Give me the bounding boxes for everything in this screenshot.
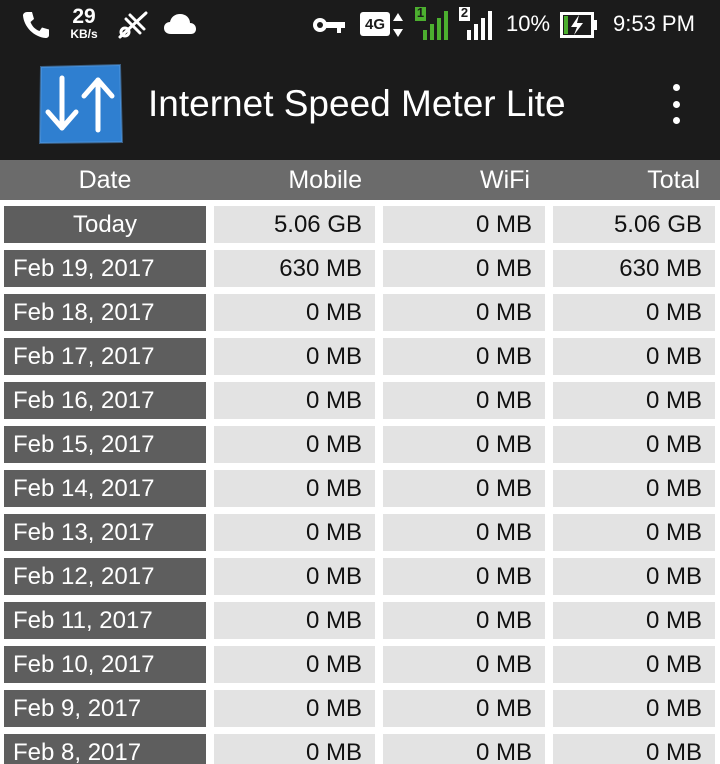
wifi-cell: 0 MB	[383, 690, 545, 727]
total-cell: 0 MB	[553, 470, 715, 507]
cloud-icon	[164, 14, 196, 34]
date-cell: Feb 18, 2017	[4, 294, 206, 331]
date-cell: Feb 10, 2017	[4, 646, 206, 683]
date-cell: Today	[4, 206, 206, 243]
network-type-badge: 4G	[360, 12, 390, 36]
table-row: Feb 16, 2017 0 MB 0 MB 0 MB	[0, 376, 720, 420]
usage-table[interactable]: Today 5.06 GB 0 MB 5.06 GB Feb 19, 2017 …	[0, 200, 720, 764]
wifi-cell: 0 MB	[383, 206, 545, 243]
table-row: Feb 10, 2017 0 MB 0 MB 0 MB	[0, 640, 720, 684]
mobile-cell: 0 MB	[214, 514, 375, 551]
table-row: Feb 11, 2017 0 MB 0 MB 0 MB	[0, 596, 720, 640]
header-date: Date	[78, 166, 132, 194]
table-row: Feb 15, 2017 0 MB 0 MB 0 MB	[0, 420, 720, 464]
more-vert-icon	[672, 100, 680, 108]
table-row: Feb 18, 2017 0 MB 0 MB 0 MB	[0, 288, 720, 332]
total-cell: 0 MB	[553, 294, 715, 331]
total-cell: 0 MB	[553, 338, 715, 375]
status-clock: 9:53 PM	[613, 11, 695, 36]
date-cell: Feb 12, 2017	[4, 558, 206, 595]
date-cell: Feb 17, 2017	[4, 338, 206, 375]
date-cell: Feb 13, 2017	[4, 514, 206, 551]
app-logo-icon	[38, 64, 123, 144]
wifi-cell: 0 MB	[383, 558, 545, 595]
table-row: Feb 12, 2017 0 MB 0 MB 0 MB	[0, 552, 720, 596]
sim1-label: 1	[416, 5, 425, 20]
wifi-cell: 0 MB	[383, 734, 545, 764]
date-cell: Feb 19, 2017	[4, 250, 206, 287]
table-row: Feb 19, 2017 630 MB 0 MB 630 MB	[0, 244, 720, 288]
date-cell: Feb 16, 2017	[4, 382, 206, 419]
mobile-cell: 0 MB	[214, 382, 375, 419]
table-header: Date Mobile WiFi Total	[0, 160, 720, 200]
data-activity-icon	[393, 13, 403, 37]
battery-percent: 10%	[506, 11, 551, 36]
wifi-cell: 0 MB	[383, 250, 545, 287]
total-cell: 630 MB	[553, 250, 715, 287]
mobile-cell: 0 MB	[214, 602, 375, 639]
total-cell: 0 MB	[553, 602, 715, 639]
net-speed-indicator: 29 KB/s	[66, 6, 102, 40]
mobile-cell: 0 MB	[214, 426, 375, 463]
sim2-signal: 2	[458, 5, 494, 42]
total-cell: 0 MB	[553, 734, 715, 764]
mobile-cell: 0 MB	[214, 558, 375, 595]
mobile-cell: 0 MB	[214, 646, 375, 683]
date-cell: Feb 14, 2017	[4, 470, 206, 507]
total-cell: 0 MB	[553, 382, 715, 419]
more-vert-icon	[672, 84, 680, 91]
net-speed-value: 29	[72, 5, 96, 28]
satellite-icon	[118, 11, 148, 39]
wifi-cell: 0 MB	[383, 338, 545, 375]
wifi-cell: 0 MB	[383, 646, 545, 683]
date-cell: Feb 8, 2017	[4, 734, 206, 764]
phone-call-icon	[23, 12, 49, 38]
sim2-label: 2	[460, 5, 469, 20]
date-cell: Feb 11, 2017	[4, 602, 206, 639]
wifi-cell: 0 MB	[383, 514, 545, 551]
table-row: Feb 8, 2017 0 MB 0 MB 0 MB	[0, 728, 720, 764]
total-cell: 0 MB	[553, 646, 715, 683]
overflow-menu-button[interactable]	[660, 84, 692, 124]
date-cell: Feb 15, 2017	[4, 426, 206, 463]
mobile-cell: 0 MB	[214, 294, 375, 331]
wifi-cell: 0 MB	[383, 602, 545, 639]
mobile-cell: 0 MB	[214, 470, 375, 507]
mobile-cell: 630 MB	[214, 250, 375, 287]
table-row: Feb 17, 2017 0 MB 0 MB 0 MB	[0, 332, 720, 376]
total-cell: 0 MB	[553, 690, 715, 727]
total-cell: 0 MB	[553, 426, 715, 463]
mobile-cell: 0 MB	[214, 338, 375, 375]
total-cell: 0 MB	[553, 558, 715, 595]
wifi-cell: 0 MB	[383, 294, 545, 331]
sim1-signal: 1	[414, 5, 450, 42]
status-bar: 29 KB/s 4G 1 2 10% 9:53 PM	[0, 0, 720, 48]
header-mobile: Mobile	[288, 166, 362, 194]
total-cell: 0 MB	[553, 514, 715, 551]
mobile-cell: 5.06 GB	[214, 206, 375, 243]
app-title: Internet Speed Meter Lite	[148, 83, 566, 124]
table-row: Feb 13, 2017 0 MB 0 MB 0 MB	[0, 508, 720, 552]
header-wifi: WiFi	[480, 166, 530, 194]
net-speed-unit: KB/s	[70, 27, 98, 41]
vpn-key-icon	[313, 18, 345, 33]
total-cell: 5.06 GB	[553, 206, 715, 243]
table-row: Today 5.06 GB 0 MB 5.06 GB	[0, 200, 720, 244]
date-cell: Feb 9, 2017	[4, 690, 206, 727]
wifi-cell: 0 MB	[383, 470, 545, 507]
battery-charging-icon	[560, 12, 597, 38]
table-row: Feb 9, 2017 0 MB 0 MB 0 MB	[0, 684, 720, 728]
table-row: Feb 14, 2017 0 MB 0 MB 0 MB	[0, 464, 720, 508]
mobile-cell: 0 MB	[214, 690, 375, 727]
more-vert-icon	[672, 117, 680, 124]
app-bar: Internet Speed Meter Lite	[0, 48, 720, 160]
header-total: Total	[647, 166, 700, 194]
wifi-cell: 0 MB	[383, 382, 545, 419]
mobile-cell: 0 MB	[214, 734, 375, 764]
wifi-cell: 0 MB	[383, 426, 545, 463]
